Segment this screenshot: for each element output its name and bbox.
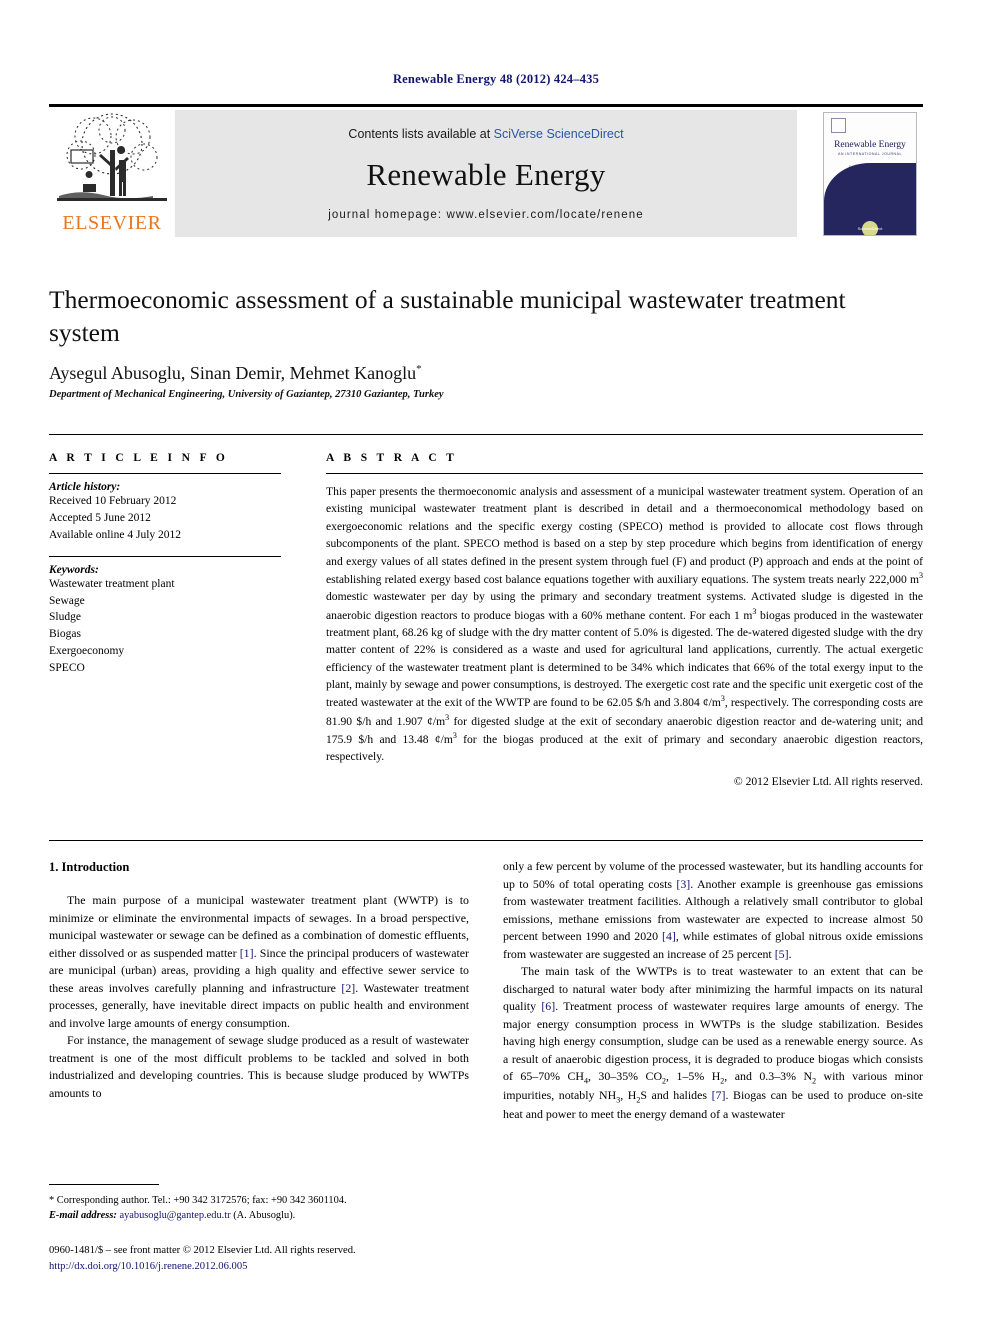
paragraph: The main task of the WWTPs is to treat w… <box>503 963 923 1124</box>
keyword-item: Exergoeconomy <box>49 645 125 658</box>
section-heading-introduction: 1. Introduction <box>49 860 130 874</box>
citation-ref[interactable]: [4] <box>662 929 676 943</box>
citation-ref[interactable]: [7] <box>712 1088 726 1102</box>
text-seg: S and halides <box>640 1088 712 1103</box>
cover-subtitle: AN INTERNATIONAL JOURNAL <box>837 152 903 156</box>
article-info-column: A R T I C L E I N F O Article history: R… <box>49 435 281 677</box>
running-head: Renewable Energy 48 (2012) 424–435 <box>392 72 600 86</box>
footnote-block: * Corresponding author. Tel.: +90 342 31… <box>49 1184 469 1223</box>
paragraph: only a few percent by volume of the proc… <box>503 858 923 963</box>
article-history-label: Article history: <box>49 481 121 493</box>
abstract-heading: A B S T R A C T <box>326 452 458 464</box>
doi-link[interactable]: http://dx.doi.org/10.1016/j.renene.2012.… <box>49 1259 489 1275</box>
info-abstract-band: A R T I C L E I N F O Article history: R… <box>49 434 923 815</box>
email-note: E-mail address: ayabusoglu@gantep.edu.tr… <box>49 1208 469 1223</box>
citation-ref[interactable]: [2] <box>341 981 355 995</box>
article-info-divider <box>49 473 281 474</box>
citation-ref[interactable]: [1] <box>240 946 254 960</box>
contents-prefix: Contents lists available at <box>348 127 494 141</box>
keywords-label: Keywords: <box>49 563 99 576</box>
affiliation: Department of Mechanical Engineering, Un… <box>49 389 444 400</box>
text-seg: , 1–5% H <box>666 1069 721 1083</box>
imprint-block: 0960-1481/$ – see front matter © 2012 El… <box>49 1243 489 1275</box>
journal-cover-thumbnail: Renewable Energy AN INTERNATIONAL JOURNA… <box>815 110 923 237</box>
cover-elsevier-mark-icon <box>831 118 846 133</box>
abstract-copyright: © 2012 Elsevier Ltd. All rights reserved… <box>733 774 923 788</box>
elsevier-wordmark: ELSEVIER <box>62 212 162 234</box>
journal-homepage-link[interactable]: journal homepage: www.elsevier.com/locat… <box>175 209 797 221</box>
body-column-left: 1. Introduction The main purpose of a mu… <box>49 858 469 1102</box>
issn-copyright-line: 0960-1481/$ – see front matter © 2012 El… <box>49 1245 356 1256</box>
corresponding-author-note: * Corresponding author. Tel.: +90 342 31… <box>49 1195 347 1206</box>
author-names: Aysegul Abusoglu, Sinan Demir, Mehmet Ka… <box>49 363 417 383</box>
email-label: E-mail address: <box>49 1210 117 1222</box>
citation-ref[interactable]: [3] <box>676 877 690 891</box>
keyword-item: Sludge <box>49 611 81 624</box>
body-column-right: only a few percent by volume of the proc… <box>503 858 923 1124</box>
cover-title: Renewable Energy <box>834 140 906 150</box>
cover-image: Renewable Energy AN INTERNATIONAL JOURNA… <box>823 112 917 236</box>
keywords-divider <box>49 555 281 557</box>
abstract-text: This paper presents the thermoeconomic a… <box>326 483 923 766</box>
footnote-rule <box>49 1184 159 1185</box>
abstract-sup: 3 <box>919 570 923 580</box>
abstract-seg: This paper presents the thermoeconomic a… <box>326 485 923 586</box>
cover-bottom-shape: ScienceDirect <box>824 163 916 235</box>
text-seg: , H <box>620 1088 637 1103</box>
keyword-item: Biogas <box>49 628 81 641</box>
history-accepted: Accepted 5 June 2012 <box>49 511 151 524</box>
page-title: Thermoeconomic assessment of a sustainab… <box>49 285 846 347</box>
keyword-item: Sewage <box>49 594 85 607</box>
text-seg: . <box>788 946 792 961</box>
abstract-seg: biogas produced in the wastewater treatm… <box>326 608 923 710</box>
citation-ref[interactable]: [6] <box>541 999 555 1013</box>
corresponding-author-marker: * <box>416 363 422 375</box>
history-available-online: Available online 4 July 2012 <box>49 528 182 541</box>
sciencedirect-link[interactable]: SciVerse ScienceDirect <box>494 127 624 141</box>
cover-footer-text: ScienceDirect <box>857 226 883 231</box>
elsevier-logo: ELSEVIER <box>49 110 175 237</box>
paragraph: For instance, the management of sewage s… <box>49 1033 469 1100</box>
body-divider <box>49 840 923 841</box>
abstract-column: A B S T R A C T This paper presents the … <box>326 435 923 788</box>
citation-ref[interactable]: [5] <box>775 947 789 961</box>
article-info-heading: A R T I C L E I N F O <box>49 452 229 464</box>
text-seg: , and 0.3–3% N <box>724 1069 813 1083</box>
abstract-divider <box>326 473 923 474</box>
paragraph: The main purpose of a municipal wastewat… <box>49 892 469 1032</box>
email-link[interactable]: ayabusoglu@gantep.edu.tr <box>119 1210 230 1221</box>
email-suffix: (A. Abusoglu). <box>230 1210 296 1222</box>
text-seg: , 30–35% CO <box>587 1069 663 1083</box>
keyword-item: Wastewater treatment plant <box>49 577 175 590</box>
paper-page: Renewable Energy 48 (2012) 424–435 ELSEV… <box>0 0 992 1323</box>
journal-title: Renewable Energy <box>366 157 606 192</box>
masthead-center-panel: Contents lists available at SciVerse Sci… <box>175 110 797 237</box>
contents-available-line: Contents lists available at SciVerse Sci… <box>175 127 797 141</box>
author-list: Aysegul Abusoglu, Sinan Demir, Mehmet Ka… <box>49 363 899 384</box>
keyword-item: SPECO <box>49 662 85 675</box>
journal-masthead: ELSEVIER Contents lists available at Sci… <box>49 104 923 237</box>
history-received: Received 10 February 2012 <box>49 495 177 507</box>
